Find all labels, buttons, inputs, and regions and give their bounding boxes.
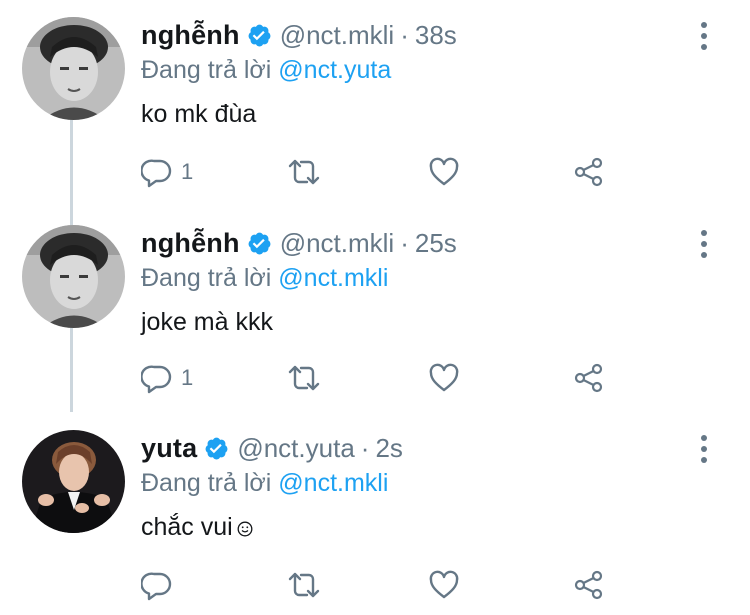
like-button[interactable]: [428, 152, 460, 192]
replying-to: Đang trả lời @nct.yuta: [141, 56, 690, 90]
share-button[interactable]: [573, 565, 605, 605]
reply-icon: [141, 156, 173, 188]
retweet-icon: [286, 569, 322, 601]
reply-icon: [141, 569, 173, 601]
timestamp[interactable]: 25s: [415, 228, 457, 259]
tweet-text: joke mà kkk: [141, 308, 273, 336]
replying-to-label: Đang trả lời: [141, 56, 272, 84]
heart-icon: [428, 570, 460, 600]
tweet-actions: 1: [141, 152, 621, 192]
avatar[interactable]: [22, 430, 125, 533]
like-button[interactable]: [428, 565, 460, 605]
replying-to-mention[interactable]: @nct.mkli: [278, 469, 388, 497]
replying-to: Đang trả lời @nct.mkli: [141, 264, 690, 298]
reply-count: 1: [181, 159, 194, 184]
tweet-text-container: chắc vui: [141, 513, 690, 547]
replying-to-label: Đang trả lời: [141, 264, 272, 292]
separator-dot: ·: [400, 19, 409, 50]
more-vertical-icon[interactable]: [696, 434, 712, 464]
user-handle[interactable]: @nct.mkli: [280, 20, 395, 51]
display-name[interactable]: nghễnh: [141, 20, 240, 51]
tweet-text: chắc vui: [141, 513, 233, 541]
retweet-button[interactable]: [286, 152, 322, 192]
tweet-actions: [141, 565, 621, 605]
smile-emoji-icon: [237, 515, 253, 544]
reply-button[interactable]: 1: [141, 358, 193, 398]
avatar[interactable]: [22, 225, 125, 328]
replying-to-label: Đang trả lời: [141, 469, 272, 497]
share-icon: [573, 362, 605, 394]
tweet[interactable]: nghễnh @nct.mkli · 25s Đang trả lời @nct…: [0, 225, 750, 405]
reply-button[interactable]: 1: [141, 152, 193, 192]
verified-badge-icon: [204, 436, 229, 461]
share-icon: [573, 569, 605, 601]
verified-badge-icon: [247, 23, 272, 48]
replying-to: Đang trả lời @nct.mkli: [141, 469, 690, 503]
reply-icon: [141, 362, 173, 394]
heart-icon: [428, 157, 460, 187]
tweet[interactable]: nghễnh @nct.mkli · 38s Đang trả lời @nct…: [0, 17, 750, 197]
retweet-icon: [286, 156, 322, 188]
timestamp[interactable]: 38s: [415, 20, 457, 51]
heart-icon: [428, 363, 460, 393]
display-name[interactable]: yuta: [141, 433, 197, 464]
separator-dot: ·: [360, 432, 370, 463]
tweet-actions: 1: [141, 358, 621, 398]
reply-count: 1: [181, 365, 194, 390]
share-icon: [573, 156, 605, 188]
verified-badge-icon: [247, 231, 272, 256]
reply-button[interactable]: [141, 565, 181, 605]
user-handle[interactable]: @nct.yuta: [237, 433, 354, 464]
more-vertical-icon[interactable]: [696, 229, 712, 259]
user-handle[interactable]: @nct.mkli: [280, 228, 395, 259]
display-name[interactable]: nghễnh: [141, 228, 240, 259]
timestamp[interactable]: 2s: [375, 433, 402, 464]
replying-to-mention[interactable]: @nct.mkli: [278, 264, 388, 292]
share-button[interactable]: [573, 358, 605, 398]
avatar[interactable]: [22, 17, 125, 120]
more-vertical-icon[interactable]: [696, 21, 712, 51]
replying-to-mention[interactable]: @nct.yuta: [278, 56, 391, 84]
share-button[interactable]: [573, 152, 605, 192]
retweet-button[interactable]: [286, 565, 322, 605]
like-button[interactable]: [428, 358, 460, 398]
separator-dot: ·: [400, 227, 409, 258]
retweet-icon: [286, 362, 322, 394]
tweet[interactable]: yuta @nct.yuta · 2s Đang trả lời @nct.mk…: [0, 430, 750, 615]
retweet-button[interactable]: [286, 358, 322, 398]
tweet-text: ko mk đùa: [141, 100, 257, 128]
